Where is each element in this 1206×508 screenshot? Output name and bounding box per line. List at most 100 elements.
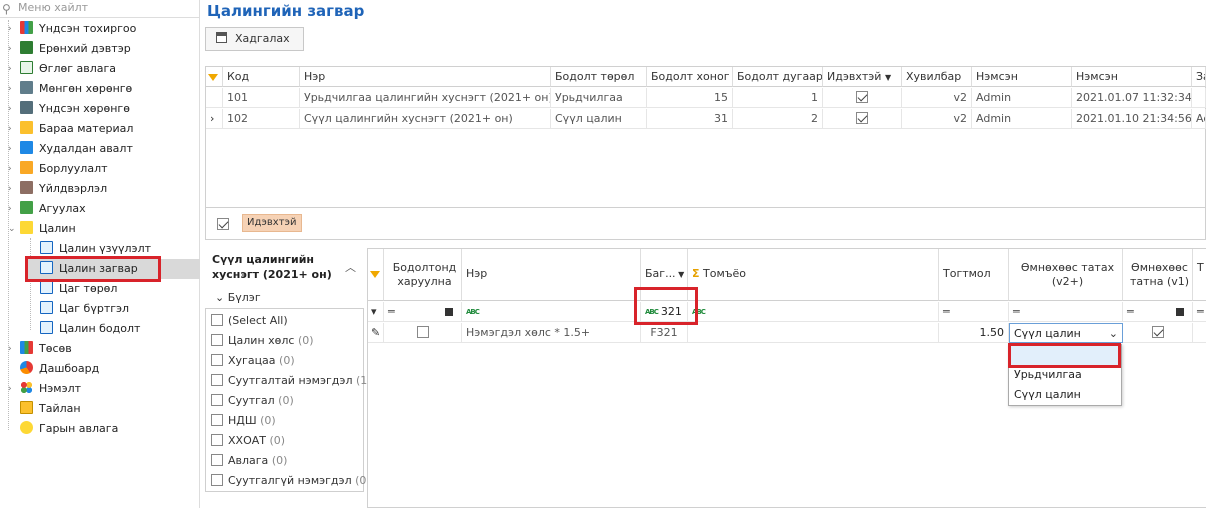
table-cell[interactable]: v2 [902, 88, 972, 108]
list-item[interactable]: Цалин хөлс (0) [211, 331, 314, 351]
sidebar-item-salary[interactable]: ⌄ Цалин [8, 219, 76, 239]
row-indicator-icon: › [206, 109, 223, 129]
table-cell[interactable]: 15 [647, 88, 733, 108]
table-cell[interactable]: 1.50 [939, 323, 1009, 343]
col-header-extra[interactable]: Т [1193, 249, 1206, 301]
col-header-code[interactable]: Код [223, 67, 300, 87]
filter-cell[interactable]: ═ [939, 302, 1009, 322]
list-item[interactable]: Суутгал (0) [211, 391, 294, 411]
table-cell[interactable] [1192, 88, 1206, 108]
sidebar-item-dashboard[interactable]: Дашбоард [20, 359, 99, 379]
col-header-constant[interactable]: Тогтмол [939, 249, 1009, 301]
col-header-calc-number[interactable]: Бодолт дугаар [733, 67, 823, 87]
table-cell[interactable]: Урьдчилгаа [551, 88, 647, 108]
filter-tag[interactable]: Идэвхтэй [242, 214, 302, 232]
col-header-active[interactable]: Идэвхтэй ▼ [823, 67, 902, 87]
table-cell[interactable]: Admin [972, 88, 1072, 108]
prev-v2-dropdown: Урьдчилгаа Сүүл цалин [1008, 344, 1122, 406]
table-cell[interactable]: Нэмэгдэл хөлс * 1.5+ [462, 323, 641, 343]
filter-cell[interactable]: ═ [384, 302, 462, 322]
table-cell[interactable]: 101 [223, 88, 300, 108]
list-item[interactable]: Хугацаа (0) [211, 351, 295, 371]
pie-chart-icon [20, 361, 33, 374]
dropdown-option-advance[interactable]: Урьдчилгаа [1009, 365, 1121, 385]
table-cell[interactable]: 2021.01.07 11:32:34 [1072, 88, 1192, 108]
code-filter-input[interactable]: ABC 321 [641, 302, 688, 322]
sidebar-item-salary-template[interactable]: Цалин загвар [25, 259, 200, 279]
prev-v1-checkbox[interactable] [1123, 323, 1193, 343]
list-item[interactable]: НДШ (0) [211, 411, 276, 431]
sidebar-item-fixed-assets[interactable]: › Үндсэн хөрөнгө [8, 99, 130, 119]
sidebar-item-purchase[interactable]: › Худалдан авалт [8, 139, 133, 159]
filter-enable-checkbox[interactable] [217, 218, 229, 230]
window-icon [40, 301, 53, 314]
col-header-name[interactable]: Нэр [300, 67, 551, 87]
sidebar-item-payable[interactable]: › Өглөг авлага [8, 59, 116, 79]
filter-cell[interactable]: ABC [688, 302, 939, 322]
filter-cell[interactable]: ═ [1009, 302, 1123, 322]
col-header-calc-days[interactable]: Бодолт хоног [647, 67, 733, 87]
col-header-added-at[interactable]: Нэмсэн [1072, 67, 1192, 87]
show-checkbox[interactable] [384, 323, 462, 343]
dropdown-option-empty[interactable] [1009, 345, 1121, 365]
collapse-icon[interactable]: ︿ [345, 259, 356, 274]
table-cell[interactable]: 2021.01.10 21:34:56 [1072, 109, 1192, 129]
dropdown-option-final[interactable]: Сүүл цалин [1009, 385, 1121, 405]
list-item[interactable]: Суутгалгүй нэмэгдэл (0) [211, 471, 371, 491]
list-item[interactable]: Суутгалтай нэмэгдэл (1) [211, 371, 372, 391]
list-item[interactable]: Авлага (0) [211, 451, 287, 471]
table-cell[interactable]: Ad [1192, 109, 1206, 129]
list-item[interactable]: (Select All) [211, 311, 288, 331]
sidebar-item-salary-indicator[interactable]: Цалин үзүүлэлт [40, 239, 151, 259]
sidebar-item-report[interactable]: Тайлан [20, 399, 81, 419]
col-header-show[interactable]: Бодолтонд харуулна [384, 249, 462, 301]
filter-cell[interactable]: ABC [462, 302, 641, 322]
filter-cell[interactable]: ═ [1193, 302, 1206, 322]
filter-icon[interactable] [368, 249, 384, 301]
sidebar-item-sales[interactable]: › Борлуулалт [8, 159, 108, 179]
table-cell[interactable]: 1 [733, 88, 823, 108]
sidebar-item-production[interactable]: › Үйлдвэрлэл [8, 179, 107, 199]
col-header-formula[interactable]: Σ Томъёо [688, 249, 939, 301]
col-header-prev-v2[interactable]: Өмнөхөөс татах (v2+) [1009, 249, 1123, 301]
table-cell[interactable]: Admin [972, 109, 1072, 129]
sidebar-item-extra[interactable]: › Нэмэлт [8, 379, 81, 399]
table-cell[interactable]: 2 [733, 109, 823, 129]
table-cell[interactable]: F321 [641, 323, 688, 343]
col-header-version[interactable]: Хувилбар [902, 67, 972, 87]
table-cell[interactable]: 102 [223, 109, 300, 129]
table-cell[interactable]: v2 [902, 109, 972, 129]
sidebar-item-time-type[interactable]: Цаг төрөл [40, 279, 117, 299]
table-cell[interactable]: 31 [647, 109, 733, 129]
sidebar-item-time-register[interactable]: Цаг бүртгэл [40, 299, 129, 319]
sidebar-item-inventory[interactable]: › Бараа материал [8, 119, 133, 139]
dollar-icon [20, 61, 33, 74]
sidebar-item-warehouse[interactable]: › Агуулах [8, 199, 86, 219]
active-checkbox[interactable] [823, 88, 902, 108]
col-header-calc-type[interactable]: Бодолт төрөл [551, 67, 647, 87]
table-cell[interactable]: Сүүл цалин [551, 109, 647, 129]
save-button[interactable]: Хадгалах [205, 27, 304, 51]
col-header-name[interactable]: Нэр [462, 249, 641, 301]
sidebar-item-settings[interactable]: › Үндсэн тохиргоо [8, 19, 136, 39]
col-header-prev-v1[interactable]: Өмнөхөөс татна (v1) [1123, 249, 1193, 301]
sidebar-item-salary-calc[interactable]: Цалин бодолт [40, 319, 140, 339]
group-header[interactable]: ⌄ Бүлэг [215, 291, 261, 304]
col-header-code[interactable]: Баг... ▼ [641, 249, 688, 301]
sidebar-item-budget[interactable]: › Төсөв [8, 339, 72, 359]
table-cell[interactable]: Сүүл цалингийн хуснэгт (2021+ он) [300, 109, 551, 129]
table-cell[interactable]: Урьдчилгаа цалингийн хуснэгт (2021+ он) [300, 88, 551, 108]
list-item[interactable]: ХХОАТ (0) [211, 431, 285, 451]
active-checkbox[interactable] [823, 109, 902, 129]
col-header-extra[interactable]: За [1192, 67, 1206, 87]
col-header-added-by[interactable]: Нэмсэн [972, 67, 1072, 87]
sidebar-item-ledger[interactable]: › Ерөнхий дэвтэр [8, 39, 131, 59]
sidebar-item-cash[interactable]: › Мөнгөн хөрөнгө [8, 79, 132, 99]
filter-cell[interactable]: ═ [1123, 302, 1193, 322]
menu-search-input[interactable]: ⚲ Меню хайлт [0, 0, 200, 18]
prev-v2-select[interactable]: Сүүл цалин ⌄ [1009, 323, 1123, 343]
table-cell[interactable] [688, 323, 939, 343]
filter-icon[interactable] [206, 67, 223, 87]
sidebar-item-guide[interactable]: Гарын авлага [20, 419, 118, 439]
filter-panel: Идэвхтэй [206, 207, 1205, 239]
